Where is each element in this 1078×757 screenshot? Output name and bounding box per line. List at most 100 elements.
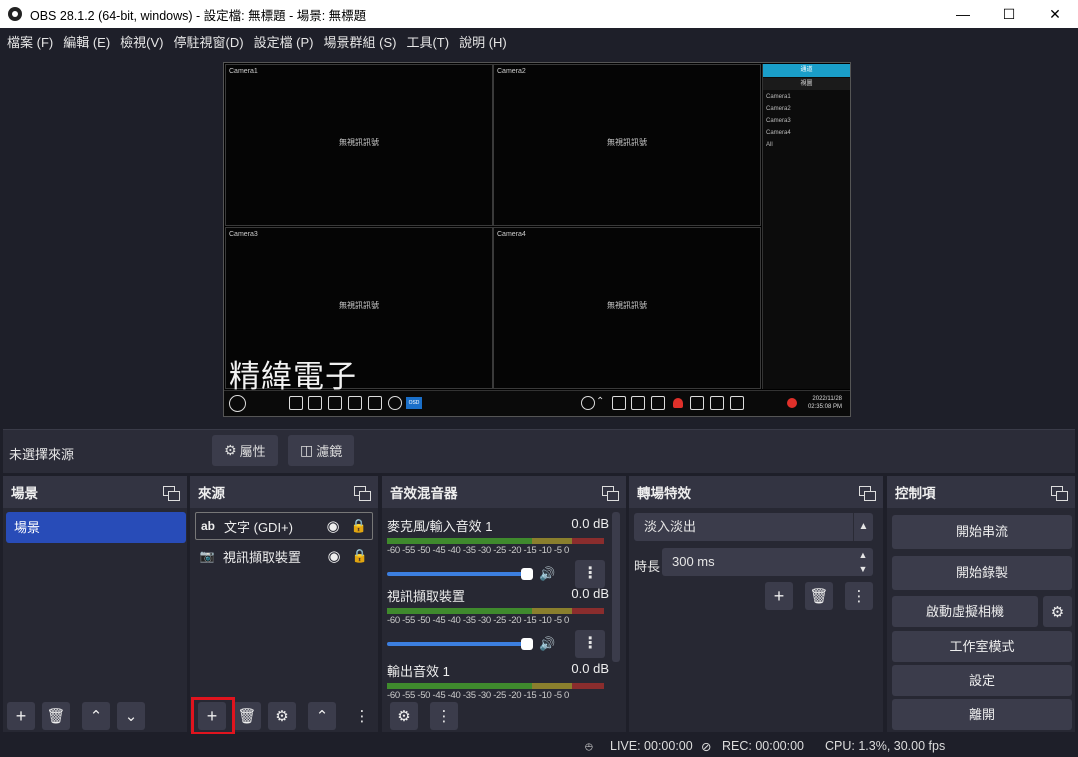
osd-badge: OSD [406, 397, 422, 409]
chevron-up-icon: ⌃ [315, 708, 329, 725]
mixer-channel: 輸出音效 1 0.0 dB -60 -55 -50 -45 -40 -35 -3… [387, 661, 609, 701]
menu-file[interactable]: 檔案 (F) [2, 32, 58, 51]
plus-icon: + [773, 585, 785, 606]
volume-slider[interactable] [387, 638, 533, 650]
transition-menu-button[interactable]: ⋮ [845, 582, 873, 610]
single-view-icon [308, 396, 322, 410]
menu-profile[interactable]: 設定檔 (P) [249, 32, 319, 51]
plus-icon: + [15, 705, 27, 726]
no-signal-text: 無視訊訊號 [607, 138, 647, 147]
duration-value: 300 ms [672, 554, 715, 569]
volume-meter [387, 683, 609, 689]
speaker-icon[interactable]: 🔊 [539, 636, 555, 652]
lock-icon[interactable]: 🔒 [346, 518, 372, 534]
minimize-button[interactable]: — [940, 0, 986, 28]
camera-tile-1: Camera1 無視訊訊號 [225, 64, 493, 226]
maximize-button[interactable]: ☐ [986, 0, 1032, 28]
float-icon[interactable] [1051, 485, 1068, 501]
volume-meter [387, 538, 609, 544]
volume-slider[interactable] [387, 568, 533, 580]
channel-name: 麥克風/輸入音效 1 [387, 519, 493, 534]
source-item-text[interactable]: ab 文字 (GDI+) ◉ 🔒 [195, 512, 373, 540]
float-icon[interactable] [602, 485, 619, 501]
move-scene-down-button[interactable]: ⌄ [117, 702, 145, 730]
channel-menu-button[interactable]: ⋮ [575, 560, 606, 588]
obs-logo-icon [8, 7, 22, 21]
add-scene-button[interactable]: + [7, 702, 35, 730]
source-name: 文字 (GDI+) [224, 519, 293, 535]
menu-edit[interactable]: 編輯 (E) [58, 32, 115, 51]
mixer-header: 音效混音器 [382, 476, 626, 508]
mixer-menu-button[interactable]: ⋮ [430, 702, 458, 730]
gear-icon: ⚙ [224, 442, 237, 458]
source-more-button[interactable]: ⋮ [354, 702, 370, 730]
add-transition-button[interactable]: + [765, 582, 793, 610]
menu-scene-collection[interactable]: 場景群組 (S) [319, 32, 402, 51]
channel-db: 0.0 dB [571, 661, 609, 676]
gear-icon: ⚙ [275, 708, 289, 725]
scene-item[interactable]: 場景 [6, 512, 186, 543]
menu-help[interactable]: 說明 (H) [454, 32, 512, 51]
chevron-up-icon: ⌃ [89, 708, 103, 725]
menu-icon [229, 395, 246, 412]
source-item-video-capture[interactable]: 📷 視訊擷取裝置 ◉ 🔒 [195, 542, 373, 570]
camera-icon: 📷 [199, 549, 215, 563]
scenes-dock: 場景 場景 + 🗑 ⌃ ⌄ [3, 476, 187, 732]
transitions-dock: 轉場特效 淡入淡出 ▲ 時長 300 ms ▲ ▼ + 🗑 ⋮ [629, 476, 883, 732]
gear-icon: ⚙ [1050, 603, 1065, 621]
camera-label: Camera3 [229, 231, 258, 238]
start-virtual-camera-button[interactable]: 啟動虛擬相機 [892, 596, 1038, 627]
camera-label: Camera4 [497, 231, 526, 238]
move-source-up-button[interactable]: ⌃ [308, 702, 336, 730]
float-icon[interactable] [163, 485, 180, 501]
studio-mode-button[interactable]: 工作室模式 [892, 631, 1072, 662]
filters-button[interactable]: ◫ 濾鏡 [288, 435, 355, 466]
eye-icon[interactable]: ◉ [321, 547, 347, 565]
preview-canvas[interactable]: Camera1 無視訊訊號 Camera2 無視訊訊號 Camera3 無視訊訊… [223, 62, 851, 417]
float-icon[interactable] [859, 485, 876, 501]
start-recording-button[interactable]: 開始錄製 [892, 556, 1072, 590]
meter-scale: -60 -55 -50 -45 -40 -35 -30 -25 -20 -15 … [387, 615, 570, 626]
menu-docks[interactable]: 停駐視窗(D) [169, 32, 249, 51]
virtual-camera-settings-button[interactable]: ⚙ [1043, 596, 1072, 627]
properties-button[interactable]: ⚙ 屬性 [212, 435, 278, 466]
channel-menu-button[interactable]: ⋮ [575, 630, 606, 658]
windows-icon [730, 396, 744, 410]
remove-transition-button[interactable]: 🗑 [805, 582, 833, 610]
image-icon [368, 396, 382, 410]
advanced-audio-button[interactable]: ⚙ [390, 702, 418, 730]
side-tab-channel: 通道 [763, 64, 850, 77]
menu-tools[interactable]: 工具(T) [401, 32, 454, 51]
eye-icon[interactable]: ◉ [320, 517, 346, 535]
eye-icon [388, 396, 402, 410]
speaker-icon[interactable]: 🔊 [539, 566, 555, 582]
remove-scene-button[interactable]: 🗑 [42, 702, 70, 730]
rec-time: REC: 00:00:00 [722, 739, 804, 753]
mixer-scrollbar[interactable] [612, 512, 620, 662]
side-list-item: Camera2 [766, 106, 791, 112]
remove-source-button[interactable]: 🗑 [233, 702, 261, 730]
dock-title: 轉場特效 [637, 486, 691, 501]
spinner-arrows-icon[interactable]: ▲ ▼ [853, 548, 873, 576]
transition-select[interactable]: 淡入淡出 ▲ [634, 513, 873, 541]
kebab-icon: ⋮ [354, 708, 370, 725]
side-list-item: Camera1 [766, 94, 791, 100]
kebab-icon: ⋮ [436, 708, 452, 725]
float-icon[interactable] [354, 485, 371, 501]
no-source-label: 未選擇來源 [9, 447, 75, 462]
lock-icon[interactable]: 🔒 [347, 548, 373, 564]
settings-button[interactable]: 設定 [892, 665, 1072, 696]
side-list-item: Camera4 [766, 130, 791, 136]
duration-input[interactable]: 300 ms ▲ ▼ [662, 548, 873, 576]
source-name: 視訊擷取裝置 [223, 549, 302, 565]
menu-view[interactable]: 檢視(V) [115, 32, 168, 51]
side-list-item: All [766, 142, 773, 148]
source-properties-button[interactable]: ⚙ [268, 702, 296, 730]
start-streaming-button[interactable]: 開始串流 [892, 515, 1072, 549]
exit-button[interactable]: 離開 [892, 699, 1072, 730]
nine-view-icon [348, 396, 362, 410]
user-icon [631, 396, 645, 410]
close-button[interactable]: ✕ [1032, 0, 1078, 28]
volume-meter [387, 608, 609, 614]
move-scene-up-button[interactable]: ⌃ [82, 702, 110, 730]
